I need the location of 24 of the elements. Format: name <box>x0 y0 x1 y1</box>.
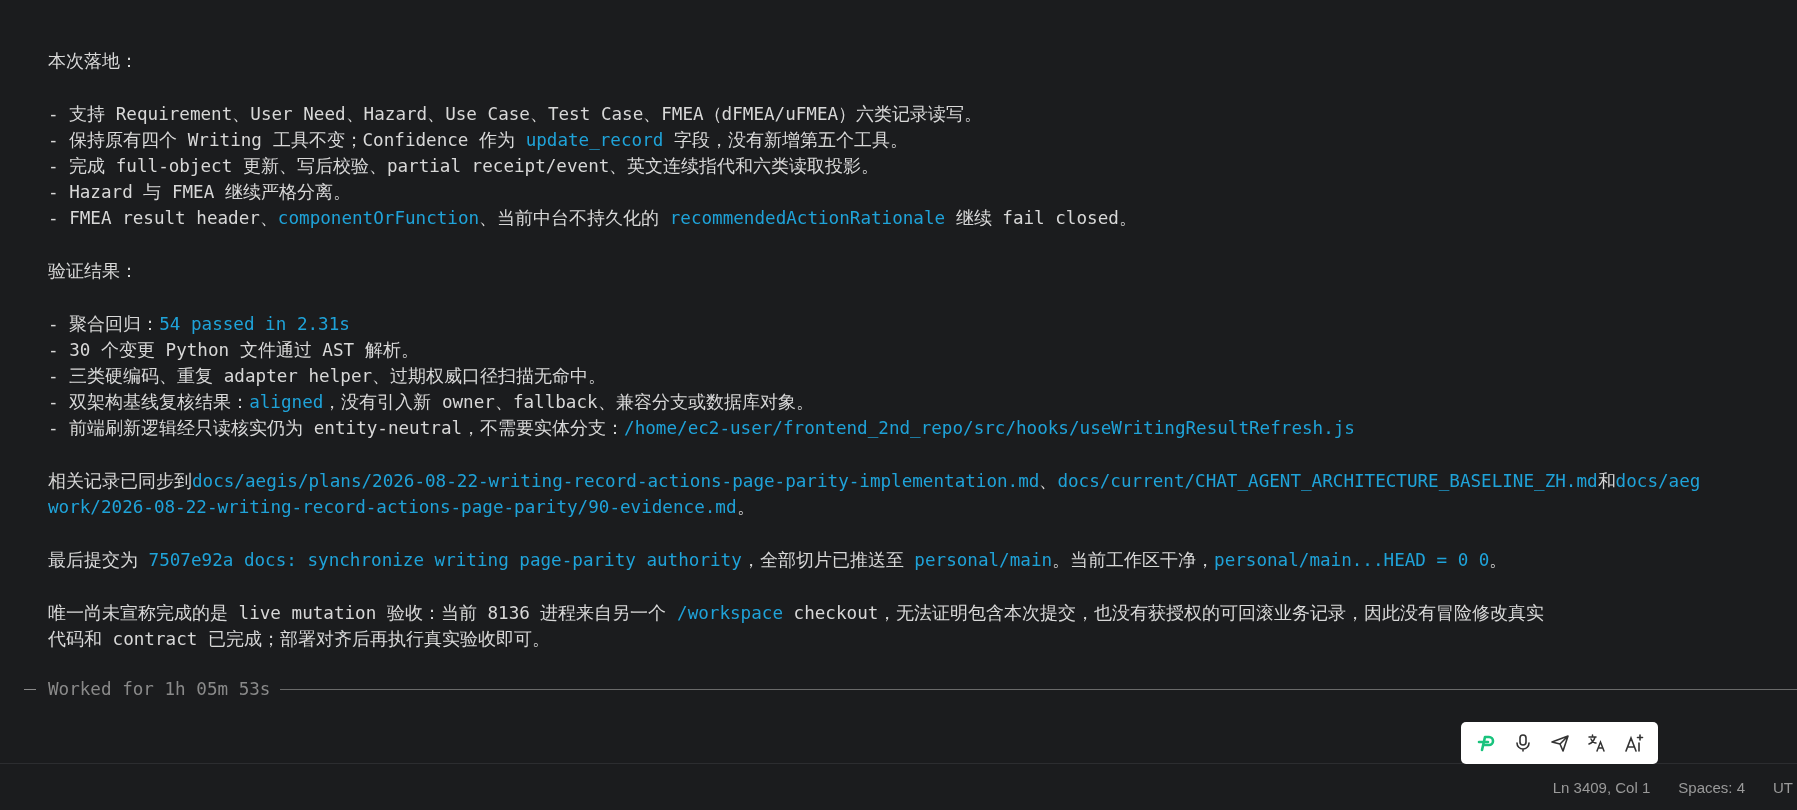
translate-icon[interactable] <box>1586 733 1607 753</box>
output-line: - 30 个变更 Python 文件通过 AST 解析。 <box>48 339 419 362</box>
output-line: - FMEA result header、componentOrFunction、当前中台不持久化的 recommendedActionRationale 继续 fail closed。 <box>48 207 1137 230</box>
output-line: work/2026-08-22-writing-record-actions-page-parity/90-evidence.md。 <box>48 496 755 519</box>
output-line: 代码和 contract 已完成；部署对齐后再执行真实验收即可。 <box>48 628 550 651</box>
output-line: - 前端刷新逻辑经只读核实仍为 entity-neutral，不需要实体分支：/home/ec2-user/frontend_2nd_repo/src/hooks/useWritingResultRefresh.js <box>48 417 1355 440</box>
send-icon[interactable] <box>1549 733 1570 753</box>
output-line: - 完成 full-object 更新、写后校验、partial receipt/event、英文连续指代和六类读取投影。 <box>48 155 880 178</box>
output-line: - 三类硬编码、重复 adapter helper、过期权威口径扫描无命中。 <box>48 365 607 388</box>
output-line: - 支持 Requirement、User Need、Hazard、Use Case、Test Case、FMEA（dFMEA/uFMEA）六类记录读写。 <box>48 103 983 126</box>
output-line: - 保持原有四个 Writing 工具不变；Confidence 作为 update_record 字段，没有新增第五个工具。 <box>48 129 908 152</box>
status-bar-item[interactable]: Ln 3409, Col 1 <box>1552 778 1651 796</box>
output-line: - 聚合回归：54 passed in 2.31s <box>48 313 350 336</box>
status-bar-item[interactable]: UT <box>1773 778 1793 796</box>
elapsed-time-label: Worked for 1h 05m 53s <box>48 679 271 699</box>
output-line: - 双架构基线复核结果：aligned，没有引入新 owner、fallback、兼容分支或数据库对象。 <box>48 391 814 414</box>
output-line: - Hazard 与 FMEA 继续严格分离。 <box>48 181 351 204</box>
status-bar-item[interactable]: Spaces: 4 <box>1678 778 1745 796</box>
output-line: 唯一尚未宣称完成的是 live mutation 验收：当前 8136 进程来自另一个 /workspace checkout，无法证明包含本次提交，也没有获授权的可回滚业务记录，因此没有冒险修改真实 <box>48 602 1545 625</box>
output-line: 验证结果： <box>48 260 138 283</box>
ai-sparkle-icon[interactable] <box>1623 733 1644 753</box>
output-line: 本次落地： <box>48 50 138 73</box>
output-line: 最后提交为 7507e92a docs: synchronize writing page-parity authority，全部切片已推送至 personal/main。当前工作区干净，personal/main...HEAD = 0 0。 <box>48 549 1508 572</box>
output-line: 相关记录已同步到docs/aegis/plans/2026-08-22-writing-record-actions-page-parity-implementation.md、docs/current/CHAT_AGENT_ARCHITECTURE_BASELINE_ZH.md和docs/aeg <box>48 470 1701 493</box>
